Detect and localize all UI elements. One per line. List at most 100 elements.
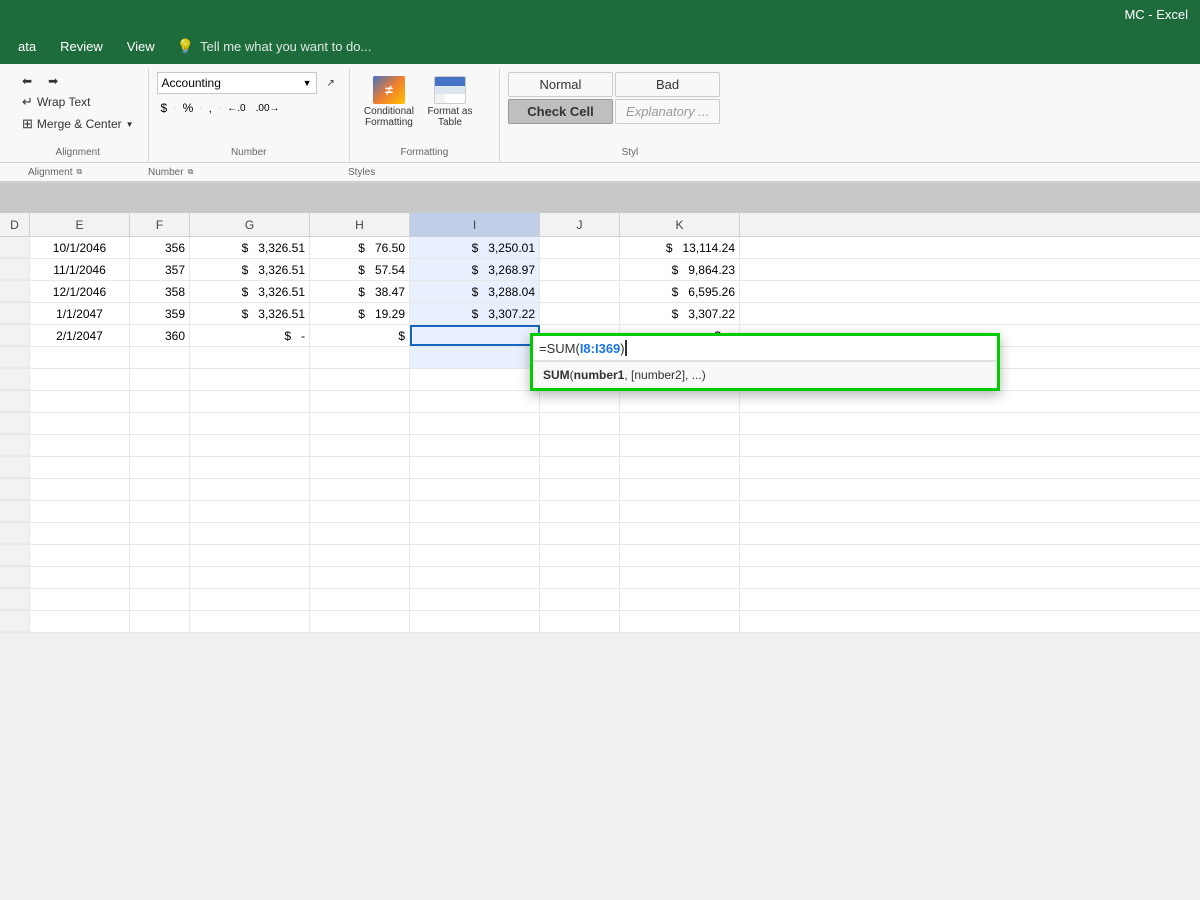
- cell-i5-active[interactable]: [410, 325, 540, 346]
- cell-j1[interactable]: [540, 237, 620, 258]
- formatting-group: ≠ ConditionalFormatting Format asTable F…: [350, 68, 500, 162]
- formula-tooltip: SUM(number1, [number2], ...): [533, 361, 997, 388]
- dec-decrease-btn[interactable]: ←.0: [223, 102, 249, 115]
- indent-right-btn[interactable]: ➡: [42, 72, 64, 90]
- cell-e2[interactable]: 11/1/2046: [30, 259, 130, 280]
- cell-e1[interactable]: 10/1/2046: [30, 237, 130, 258]
- cell-g3[interactable]: $ 3,326.51: [190, 281, 310, 302]
- format-as-table-btn[interactable]: Format asTable: [420, 72, 480, 132]
- cell-i3[interactable]: $ 3,288.04: [410, 281, 540, 302]
- table-row: [0, 457, 1200, 479]
- sep3: ·: [218, 103, 221, 114]
- group-labels-bar: Alignment ⧉ Number ⧉ Styles: [0, 163, 1200, 183]
- number-format-value: Accounting: [162, 76, 221, 90]
- cell-h2[interactable]: $ 57.54: [310, 259, 410, 280]
- conditional-icon: ≠: [373, 76, 405, 104]
- cell-g1[interactable]: $ 3,326.51: [190, 237, 310, 258]
- table-row: [0, 545, 1200, 567]
- style-bad-btn[interactable]: Bad: [615, 72, 720, 97]
- formula-sum-text: SUM(: [547, 341, 580, 356]
- row-header-5: [0, 325, 30, 346]
- alignment-label-text: Alignment: [28, 167, 72, 178]
- alignment-label-item[interactable]: Alignment ⧉: [8, 163, 128, 181]
- tooltip-arg1: number1: [574, 368, 625, 382]
- cell-k2[interactable]: $ 9,864.23: [620, 259, 740, 280]
- table-row: [0, 479, 1200, 501]
- cell-k3[interactable]: $ 6,595.26: [620, 281, 740, 302]
- cell-f1[interactable]: 356: [130, 237, 190, 258]
- percent-btn[interactable]: %: [179, 100, 198, 116]
- number-format-select[interactable]: Accounting ▼: [157, 72, 317, 94]
- col-header-d: D: [0, 213, 30, 236]
- cell-e3[interactable]: 12/1/2046: [30, 281, 130, 302]
- style-explanatory-btn[interactable]: Explanatory ...: [615, 99, 720, 124]
- cell-f4[interactable]: 359: [130, 303, 190, 324]
- menu-view[interactable]: View: [117, 35, 165, 58]
- formula-input-area[interactable]: =SUM(I8:I369): [533, 336, 997, 361]
- cell-f5[interactable]: 360: [130, 325, 190, 346]
- col-header-j: J: [540, 213, 620, 236]
- gray-area: [0, 183, 1200, 213]
- number-label-text: Number: [148, 167, 184, 178]
- table-row: [0, 589, 1200, 611]
- spreadsheet: D E F G H I J K 10/1/2046 356 $ 3,326.51…: [0, 213, 1200, 633]
- comma-btn[interactable]: ,: [205, 100, 216, 116]
- cell-i1[interactable]: $ 3,250.01: [410, 237, 540, 258]
- number-group: Accounting ▼ ↗ $ · % · , · ←.0 .00→ Numb…: [149, 68, 350, 162]
- cell-h1[interactable]: $ 76.50: [310, 237, 410, 258]
- format-table-icon: [434, 76, 466, 104]
- cell-h5[interactable]: $: [310, 325, 410, 346]
- number-label-item[interactable]: Number ⧉: [128, 163, 328, 181]
- table-row: [0, 413, 1200, 435]
- wrap-text-btn[interactable]: ↵ Wrap Text: [16, 92, 96, 112]
- cell-j3[interactable]: [540, 281, 620, 302]
- indent-left-icon: ⬅: [22, 74, 32, 88]
- styles-group-label: Styl: [500, 147, 760, 158]
- cell-g4[interactable]: $ 3,326.51: [190, 303, 310, 324]
- column-headers: D E F G H I J K: [0, 213, 1200, 237]
- indent-left-btn[interactable]: ⬅: [16, 72, 38, 90]
- style-check-btn[interactable]: Check Cell: [508, 99, 613, 124]
- cell-j4[interactable]: [540, 303, 620, 324]
- cell-k1[interactable]: $ 13,114.24: [620, 237, 740, 258]
- cell-g2[interactable]: $ 3,326.51: [190, 259, 310, 280]
- style-bad-label: Bad: [656, 77, 679, 92]
- cell-e5[interactable]: 2/1/2047: [30, 325, 130, 346]
- merge-center-label: Merge & Center: [37, 117, 122, 131]
- row-header-4: [0, 303, 30, 324]
- styles-label-item[interactable]: Styles: [328, 163, 588, 181]
- formula-range: I8:I369: [580, 341, 620, 356]
- dropdown-icon: ▼: [303, 78, 312, 88]
- dec-increase-btn[interactable]: .00→: [252, 102, 284, 115]
- cell-j2[interactable]: [540, 259, 620, 280]
- cell-e4[interactable]: 1/1/2047: [30, 303, 130, 324]
- merge-center-btn[interactable]: ⊞ Merge & Center ▼: [16, 114, 140, 134]
- wrap-icon: ↵: [22, 94, 33, 110]
- table-row: [0, 611, 1200, 633]
- table-row: [0, 523, 1200, 545]
- cell-k4[interactable]: $ 3,307.22: [620, 303, 740, 324]
- cell-f3[interactable]: 358: [130, 281, 190, 302]
- cell-g5[interactable]: $ -: [190, 325, 310, 346]
- row-header-1: [0, 237, 30, 258]
- cell-h3[interactable]: $ 38.47: [310, 281, 410, 302]
- dollar-btn[interactable]: $: [157, 100, 172, 116]
- title-bar: MC - Excel: [0, 0, 1200, 28]
- menu-ata[interactable]: ata: [8, 35, 46, 58]
- conditional-formatting-btn[interactable]: ≠ ConditionalFormatting: [358, 72, 420, 132]
- tell-me-bar[interactable]: 💡 Tell me what you want to do...: [177, 38, 372, 55]
- cell-i4[interactable]: $ 3,307.22: [410, 303, 540, 324]
- table-row: 10/1/2046 356 $ 3,326.51 $ 76.50 $ 3,250…: [0, 237, 1200, 259]
- menu-review[interactable]: Review: [50, 35, 113, 58]
- merge-dropdown-icon: ▼: [126, 120, 134, 129]
- cell-f2[interactable]: 357: [130, 259, 190, 280]
- cell-h4[interactable]: $ 19.29: [310, 303, 410, 324]
- style-normal-btn[interactable]: Normal: [508, 72, 613, 97]
- cell-i2[interactable]: $ 3,268.97: [410, 259, 540, 280]
- formula-popup[interactable]: =SUM(I8:I369) SUM(number1, [number2], ..…: [530, 333, 1000, 391]
- number-expand-btn[interactable]: ↗: [321, 76, 341, 91]
- alignment-group: ⬅ ➡ ↵ Wrap Text ⊞ Merge & Center ▼: [8, 68, 149, 162]
- indent-right-icon: ➡: [48, 74, 58, 88]
- sep1: ·: [173, 103, 176, 114]
- tooltip-func: SUM: [543, 368, 570, 382]
